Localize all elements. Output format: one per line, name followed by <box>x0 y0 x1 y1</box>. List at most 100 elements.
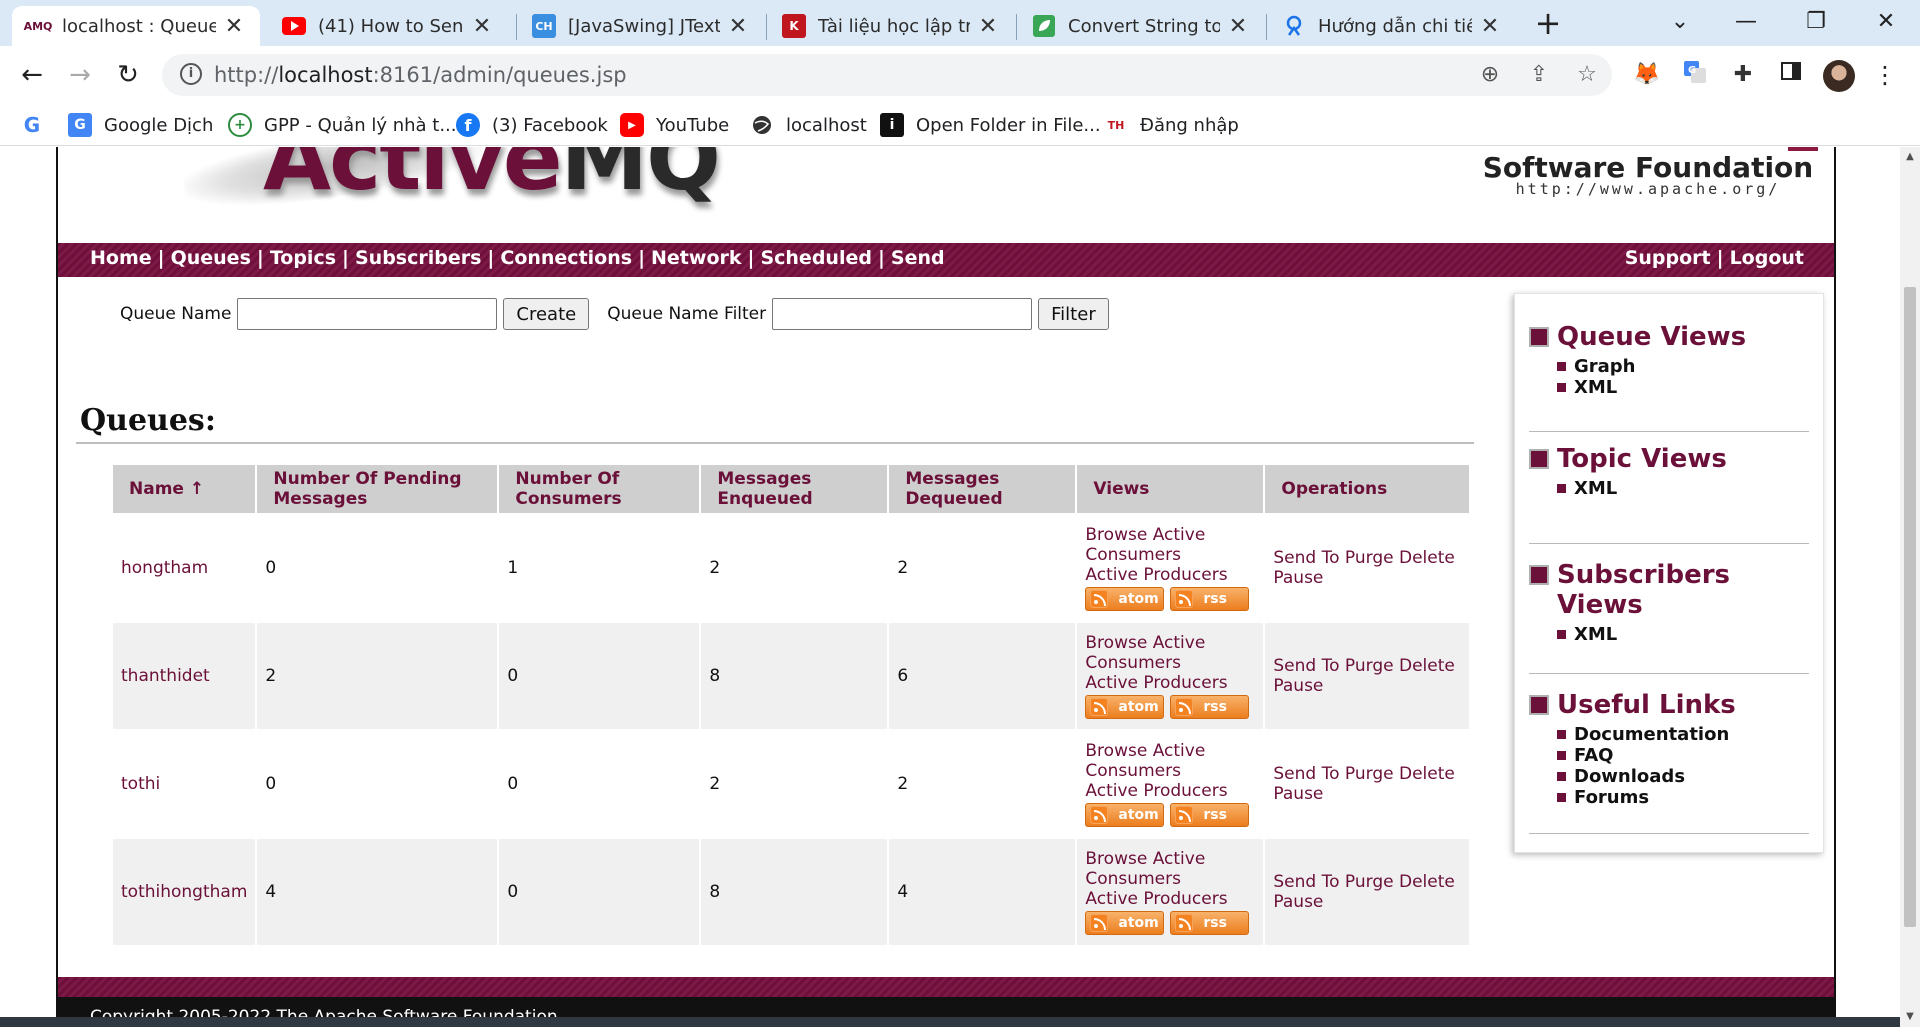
purge-link[interactable]: Purge <box>1345 872 1394 892</box>
sidebar-link-xml[interactable]: XML <box>1557 624 1809 645</box>
nav-home[interactable]: Home <box>90 247 152 269</box>
queue-name-link[interactable]: thanthidet <box>121 666 210 686</box>
sidebar-link-graph[interactable]: Graph <box>1557 356 1809 377</box>
close-window-button[interactable]: ✕ <box>1856 4 1916 40</box>
tab-convert-string[interactable]: Convert String to D ✕ <box>1018 6 1264 46</box>
tab-huong-dan[interactable]: Hướng dẫn chi tiết ✕ <box>1268 6 1516 46</box>
atom-feed-button[interactable]: atom <box>1085 587 1165 611</box>
filter-button[interactable]: Filter <box>1038 298 1109 330</box>
delete-link[interactable]: Delete <box>1399 764 1455 784</box>
side-panel-icon[interactable] <box>1776 60 1806 90</box>
pause-link[interactable]: Pause <box>1273 892 1323 912</box>
bookmark-google-dich[interactable]: G Google Dịch <box>68 112 213 138</box>
close-icon[interactable]: ✕ <box>470 14 494 39</box>
close-icon[interactable]: ✕ <box>726 14 750 39</box>
site-info-icon[interactable]: i <box>180 63 202 85</box>
active-producers-link[interactable]: Active Producers <box>1085 673 1227 693</box>
queue-name-filter-input[interactable] <box>772 298 1033 330</box>
send-to-link[interactable]: Send To <box>1273 764 1339 784</box>
browse-link[interactable]: Browse <box>1085 525 1147 545</box>
maximize-button[interactable]: ❐ <box>1786 4 1846 40</box>
apache-logo[interactable]: Software Foundation http://www.apache.or… <box>1478 147 1818 198</box>
new-tab-button[interactable]: + <box>1532 7 1564 40</box>
bookmark-localhost[interactable]: localhost <box>750 112 867 138</box>
nav-network[interactable]: Network <box>651 247 741 269</box>
column-header-dequeued[interactable]: Messages Dequeued <box>889 465 1076 513</box>
tab-localhost-queues[interactable]: AMQ localhost : Queues ✕ <box>12 6 260 46</box>
address-bar[interactable]: i http://localhost:8161/admin/queues.jsp… <box>162 54 1612 96</box>
purge-link[interactable]: Purge <box>1345 656 1394 676</box>
sidebar-link-faq[interactable]: FAQ <box>1557 745 1809 766</box>
nav-topics[interactable]: Topics <box>270 247 336 269</box>
tab-javaswing[interactable]: CH [JavaSwing] JTextFie ✕ <box>518 6 764 46</box>
close-icon[interactable]: ✕ <box>222 14 246 39</box>
browse-link[interactable]: Browse <box>1085 741 1147 761</box>
send-to-link[interactable]: Send To <box>1273 872 1339 892</box>
active-producers-link[interactable]: Active Producers <box>1085 889 1227 909</box>
back-icon[interactable]: ← <box>16 59 48 91</box>
queue-name-link[interactable]: hongtham <box>121 558 208 578</box>
close-icon[interactable]: ✕ <box>1226 14 1250 39</box>
atom-feed-button[interactable]: atom <box>1085 695 1165 719</box>
column-header-pending[interactable]: Number Of Pending Messages <box>257 465 498 513</box>
bookmark-dang-nhap[interactable]: TH Đăng nhập <box>1104 112 1239 138</box>
rss-feed-button[interactable]: rss <box>1170 695 1250 719</box>
sidebar-link-downloads[interactable]: Downloads <box>1557 766 1809 787</box>
delete-link[interactable]: Delete <box>1399 872 1455 892</box>
pause-link[interactable]: Pause <box>1273 676 1323 696</box>
atom-feed-button[interactable]: atom <box>1085 911 1165 935</box>
bookmark-facebook[interactable]: f (3) Facebook <box>456 112 608 138</box>
pause-link[interactable]: Pause <box>1273 568 1323 588</box>
bookmark-gpp[interactable]: + GPP - Quản lý nhà t... <box>228 112 457 138</box>
reload-icon[interactable]: ↻ <box>112 59 144 91</box>
close-icon[interactable]: ✕ <box>976 14 1000 39</box>
create-button[interactable]: Create <box>503 298 590 330</box>
queue-name-link[interactable]: tothi <box>121 774 160 794</box>
nav-scheduled[interactable]: Scheduled <box>760 247 872 269</box>
google-translate-icon[interactable]: G <box>1680 60 1710 90</box>
purge-link[interactable]: Purge <box>1345 548 1394 568</box>
send-to-link[interactable]: Send To <box>1273 548 1339 568</box>
scrollbar-thumb[interactable] <box>1904 287 1916 927</box>
nav-connections[interactable]: Connections <box>500 247 632 269</box>
extensions-icon[interactable]: ✚ <box>1728 60 1758 90</box>
nav-subscribers[interactable]: Subscribers <box>355 247 481 269</box>
pause-link[interactable]: Pause <box>1273 784 1323 804</box>
tab-tai-lieu[interactable]: K Tài liệu học lập trình ✕ <box>768 6 1014 46</box>
queue-name-input[interactable] <box>237 298 498 330</box>
delete-link[interactable]: Delete <box>1399 548 1455 568</box>
share-icon[interactable]: ⇪ <box>1526 62 1552 88</box>
browse-link[interactable]: Browse <box>1085 633 1147 653</box>
bookmark-open-folder[interactable]: i Open Folder in File... <box>880 112 1101 138</box>
column-header-enqueued[interactable]: Messages Enqueued <box>701 465 888 513</box>
column-header-name[interactable]: Name ↑ <box>113 465 256 513</box>
nav-logout[interactable]: Logout <box>1730 247 1804 269</box>
delete-link[interactable]: Delete <box>1399 656 1455 676</box>
bookmark-google[interactable]: G <box>20 112 56 138</box>
scroll-up-icon[interactable]: ▲ <box>1900 147 1920 167</box>
purge-link[interactable]: Purge <box>1345 764 1394 784</box>
rss-feed-button[interactable]: rss <box>1170 911 1250 935</box>
send-to-link[interactable]: Send To <box>1273 656 1339 676</box>
nav-queues[interactable]: Queues <box>171 247 251 269</box>
active-producers-link[interactable]: Active Producers <box>1085 565 1227 585</box>
sidebar-link-forums[interactable]: Forums <box>1557 787 1809 808</box>
active-producers-link[interactable]: Active Producers <box>1085 781 1227 801</box>
browse-link[interactable]: Browse <box>1085 849 1147 869</box>
profile-avatar[interactable] <box>1823 60 1855 92</box>
metamask-icon[interactable]: 🦊 <box>1632 60 1662 90</box>
tab-youtube[interactable]: (41) How to Send/R ✕ <box>268 6 508 46</box>
forward-icon[interactable]: → <box>64 59 96 91</box>
sidebar-link-xml[interactable]: XML <box>1557 478 1809 499</box>
nav-support[interactable]: Support <box>1625 247 1711 269</box>
bookmark-youtube[interactable]: ▶ YouTube <box>620 112 729 138</box>
menu-icon[interactable]: ⋮ <box>1870 60 1900 90</box>
sidebar-link-documentation[interactable]: Documentation <box>1557 724 1809 745</box>
zoom-icon[interactable]: ⊕ <box>1477 62 1503 88</box>
column-header-consumers[interactable]: Number Of Consumers <box>499 465 700 513</box>
nav-send[interactable]: Send <box>891 247 945 269</box>
queue-name-link[interactable]: tothihongtham <box>121 882 247 902</box>
rss-feed-button[interactable]: rss <box>1170 803 1250 827</box>
scroll-down-icon[interactable]: ▼ <box>1900 1007 1920 1027</box>
tab-search-icon[interactable]: ⌄ <box>1650 4 1710 40</box>
